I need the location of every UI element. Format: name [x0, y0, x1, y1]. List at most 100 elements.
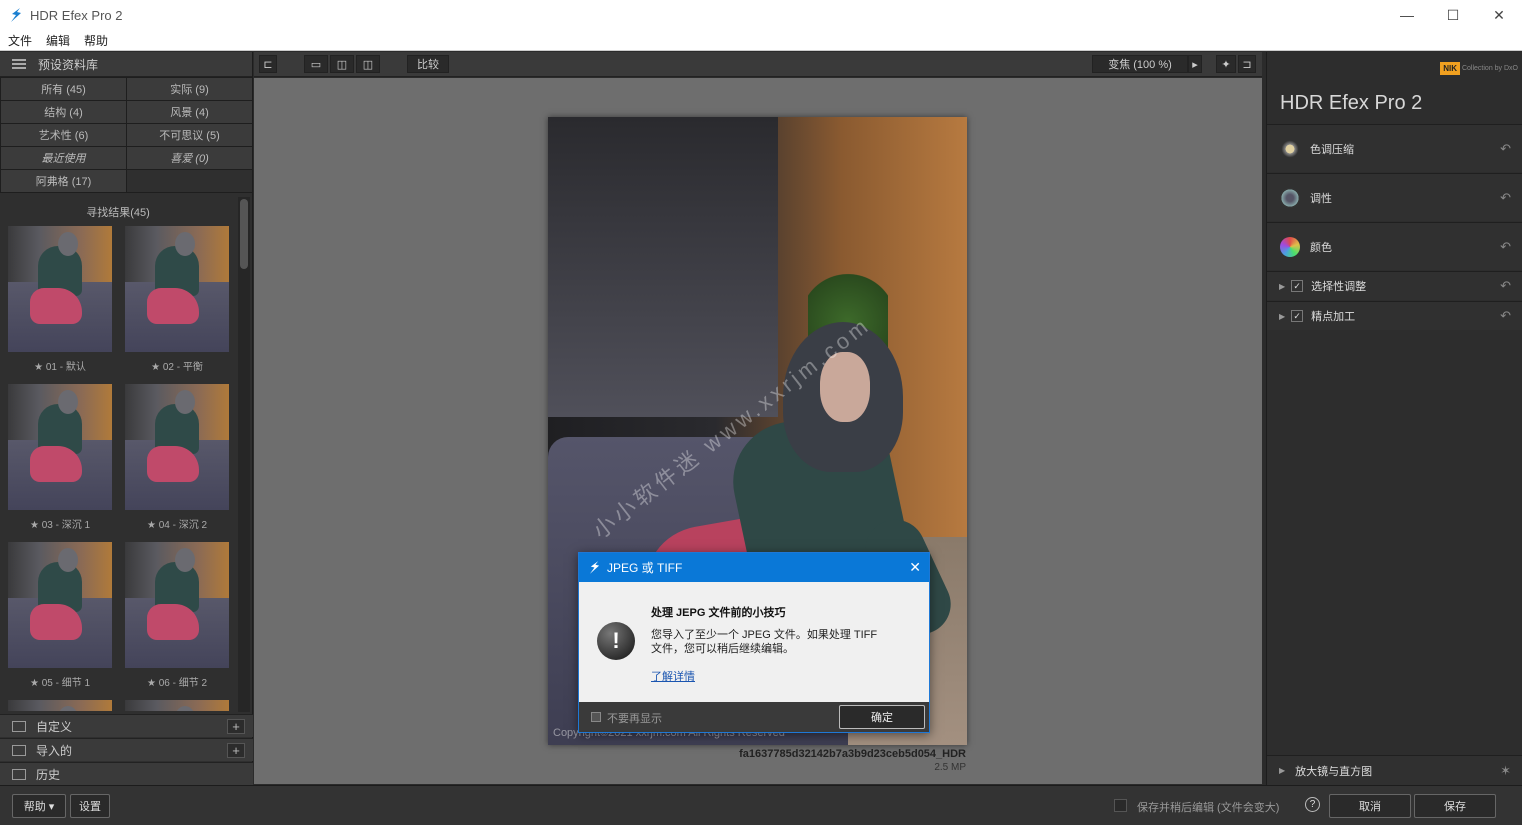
close-icon[interactable]: ✕	[909, 559, 921, 576]
preset-thumb-partial[interactable]	[8, 700, 112, 711]
question-icon[interactable]: ?	[1305, 797, 1320, 812]
compare-button[interactable]: 比较	[407, 55, 449, 73]
menu-help[interactable]: 帮助	[84, 32, 108, 49]
preset-thumb[interactable]: ★ 05 - 细节 1	[8, 542, 112, 700]
menu-edit[interactable]: 编辑	[46, 32, 70, 49]
control-selective-adjustments[interactable]: ▶ ✓ 选择性调整 ↶	[1267, 271, 1522, 300]
enable-checkbox[interactable]: ✓	[1291, 310, 1304, 322]
reset-icon[interactable]: ↶	[1500, 308, 1511, 324]
control-label: 选择性调整	[1311, 281, 1367, 293]
preset-library-header[interactable]: 预设资料库	[0, 52, 252, 77]
reset-icon[interactable]: ↶	[1500, 190, 1511, 206]
preset-thumb[interactable]: ★ 06 - 细节 2	[125, 542, 229, 700]
nik-brand-text: Collection by DxO	[1461, 65, 1518, 72]
enable-checkbox[interactable]: ✓	[1291, 280, 1304, 292]
help-button[interactable]: 帮助 ▾	[12, 794, 66, 818]
settings-button[interactable]: 设置	[70, 794, 110, 818]
control-tone-compression[interactable]: 色调压缩 ↶	[1267, 124, 1522, 172]
preset-label: ★ 03 - 深沉 1	[29, 520, 91, 531]
dialog-body: ! 处理 JEPG 文件前的小技巧 您导入了至少一个 JPEG 文件。如果处理 …	[579, 582, 929, 702]
section-imported[interactable]: 导入的 +	[0, 738, 253, 761]
pin-icon[interactable]: ✶	[1500, 763, 1511, 779]
app-logo-icon	[11, 8, 21, 22]
preset-label: ★ 05 - 细节 1	[29, 678, 91, 689]
preset-scrollbar[interactable]	[238, 197, 250, 712]
preset-thumb-image	[125, 542, 229, 668]
control-tonality[interactable]: 调性 ↶	[1267, 173, 1522, 221]
category-all[interactable]: 所有 (45)	[1, 78, 126, 100]
reset-icon[interactable]: ↶	[1500, 239, 1511, 255]
add-custom-button[interactable]: +	[227, 718, 245, 734]
app-logo-icon	[589, 561, 600, 574]
preset-label: ★ 06 - 细节 2	[146, 678, 208, 689]
category-surreal[interactable]: 不可思议 (5)	[127, 124, 252, 146]
window-title: HDR Efex Pro 2	[30, 7, 123, 23]
category-favorites[interactable]: 喜爱 (0)	[127, 147, 252, 169]
scrollbar-thumb[interactable]	[240, 199, 248, 269]
ok-button[interactable]: 确定	[839, 705, 925, 729]
category-realistic[interactable]: 实际 (9)	[127, 78, 252, 100]
custom-presets-icon	[12, 720, 26, 732]
file-info: fa1637785d32142b7a3b9d23ceb5d054_HDR 2.5…	[739, 748, 966, 773]
reset-icon[interactable]: ↶	[1500, 141, 1511, 157]
expand-arrow-icon[interactable]: ▶	[1279, 282, 1285, 291]
section-history[interactable]: 历史	[0, 762, 253, 785]
title-bar: HDR Efex Pro 2 — ☐ ✕	[0, 0, 1522, 30]
preset-library-title: 预设资料库	[38, 57, 99, 72]
loupe-histogram-label: 放大镜与直方图	[1295, 765, 1373, 778]
section-custom[interactable]: 自定义 +	[0, 714, 253, 737]
split-view-icon[interactable]: ◫	[330, 55, 354, 73]
single-view-icon[interactable]: ▭	[304, 55, 328, 73]
control-label: 调性	[1310, 192, 1332, 205]
category-artistic[interactable]: 艺术性 (6)	[1, 124, 126, 146]
toggle-right-panel-button[interactable]: ⊐	[1238, 55, 1256, 73]
menu-file[interactable]: 文件	[8, 32, 32, 49]
preset-thumb[interactable]: ★ 03 - 深沉 1	[8, 384, 112, 542]
category-afg[interactable]: 阿弗格 (17)	[1, 170, 126, 192]
preset-thumb[interactable]: ★ 01 - 默认	[8, 226, 112, 384]
expand-arrow-icon[interactable]: ▶	[1279, 312, 1285, 321]
dialog-heading: 处理 JEPG 文件前的小技巧	[651, 607, 786, 619]
control-color[interactable]: 颜色 ↶	[1267, 222, 1522, 270]
maximize-button[interactable]: ☐	[1430, 0, 1476, 30]
dialog-title-bar: JPEG 或 TIFF ✕	[579, 553, 929, 582]
category-recent[interactable]: 最近使用	[1, 147, 126, 169]
category-grid: 所有 (45) 实际 (9) 结构 (4) 风景 (4) 艺术性 (6) 不可思…	[0, 77, 252, 193]
save-later-checkbox[interactable]	[1114, 799, 1127, 812]
close-button[interactable]: ✕	[1476, 0, 1522, 30]
sun-icon	[1280, 138, 1300, 159]
preset-results: 寻找结果(45) ★ 01 - 默认 ★ 02 - 平衡 ★ 03 - 深沉 1…	[0, 199, 236, 711]
preset-thumb-partial[interactable]	[125, 700, 229, 711]
loupe-histogram-section[interactable]: ▶ 放大镜与直方图 ✶	[1267, 755, 1522, 785]
add-import-button[interactable]: +	[227, 742, 245, 758]
preset-label: ★ 02 - 平衡	[151, 362, 203, 373]
toggle-left-panel-button[interactable]: ⊏	[259, 55, 277, 73]
zoom-selector[interactable]: 变焦 (100 %)	[1092, 55, 1188, 73]
dont-show-checkbox[interactable]	[591, 712, 601, 722]
warning-icon: !	[597, 622, 635, 660]
preset-label: ★ 01 - 默认	[34, 362, 86, 373]
file-name: fa1637785d32142b7a3b9d23ceb5d054_HDR	[739, 748, 966, 760]
cancel-button[interactable]: 取消	[1329, 794, 1411, 818]
nik-mark: NIK	[1440, 62, 1460, 75]
section-imported-label: 导入的	[36, 743, 73, 758]
side-by-side-view-icon[interactable]: ◫	[356, 55, 380, 73]
category-landscape[interactable]: 风景 (4)	[127, 101, 252, 123]
preset-thumb[interactable]: ★ 04 - 深沉 2	[125, 384, 229, 542]
preset-thumb-image	[8, 700, 112, 711]
preset-thumb-image	[8, 226, 112, 352]
zoom-arrow-icon[interactable]: ▸	[1188, 55, 1202, 73]
dont-show-label: 不要再显示	[607, 713, 662, 725]
category-structure[interactable]: 结构 (4)	[1, 101, 126, 123]
minimize-button[interactable]: —	[1384, 0, 1430, 30]
save-button[interactable]: 保存	[1414, 794, 1496, 818]
learn-more-link[interactable]: 了解详情	[651, 668, 695, 684]
background-brightness-icon[interactable]: ✦	[1216, 55, 1236, 73]
expand-arrow-icon[interactable]: ▶	[1279, 766, 1285, 775]
control-finishing[interactable]: ▶ ✓ 精点加工 ↶	[1267, 301, 1522, 330]
preset-thumb[interactable]: ★ 02 - 平衡	[125, 226, 229, 384]
preview-toolbar: ⊏ ▭ ◫ ◫ 比较 变焦 (100 %) ▸ ✦ ⊐	[254, 52, 1262, 77]
aperture-icon	[1280, 187, 1300, 208]
section-history-label: 历史	[36, 767, 61, 782]
reset-icon[interactable]: ↶	[1500, 278, 1511, 294]
